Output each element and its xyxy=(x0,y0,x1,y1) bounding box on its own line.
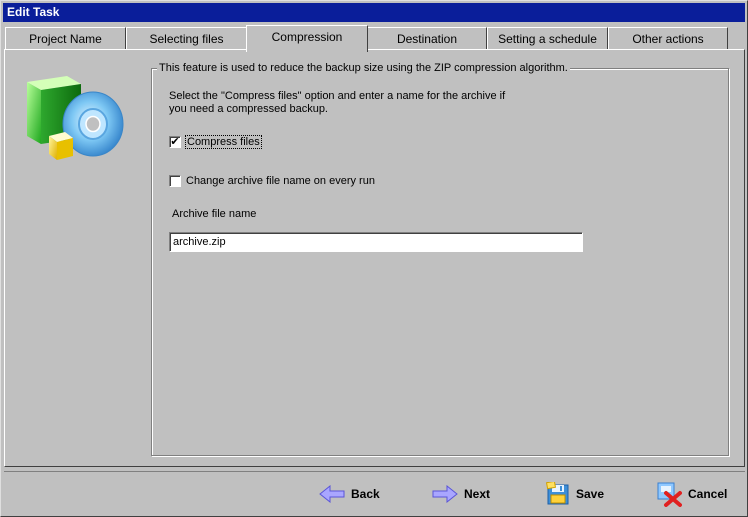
window-title: Edit Task xyxy=(3,3,745,22)
save-label: Save xyxy=(576,487,605,501)
button-bar: Back Next Save Cancel xyxy=(4,471,745,515)
compress-files-label: Compress files xyxy=(185,135,262,149)
archive-file-name-input[interactable] xyxy=(169,232,583,252)
tab-other-actions[interactable]: Other actions xyxy=(608,27,728,50)
save-button[interactable]: Save xyxy=(546,480,604,508)
group-title: This feature is used to reduce the backu… xyxy=(157,62,570,74)
cancel-label: Cancel xyxy=(688,487,728,501)
tab-destination[interactable]: Destination xyxy=(367,27,487,50)
compress-files-option[interactable]: ✔ Compress files xyxy=(169,135,262,149)
tab-compression[interactable]: Compression xyxy=(246,25,368,52)
instructions-text: Select the "Compress files" option and e… xyxy=(169,90,519,116)
next-label: Next xyxy=(464,487,491,501)
compression-panel: This feature is used to reduce the backu… xyxy=(4,49,745,467)
archive-file-name-label: Archive file name xyxy=(172,208,257,220)
edit-task-window: Edit Task Project Name Selecting files C… xyxy=(0,0,748,517)
compression-box-cd-icon xyxy=(27,76,124,160)
tab-project-name[interactable]: Project Name xyxy=(5,27,126,50)
change-name-option[interactable]: Change archive file name on every run xyxy=(169,175,375,187)
instructions-line-1: Select the "Compress files" option and e… xyxy=(169,90,506,102)
arrow-left-icon xyxy=(319,485,345,503)
compression-groupbox xyxy=(151,68,729,456)
tab-setting-a-schedule[interactable]: Setting a schedule xyxy=(487,27,608,50)
arrow-right-icon xyxy=(432,485,458,503)
cancel-button[interactable]: Cancel xyxy=(656,480,727,508)
next-button[interactable]: Next xyxy=(432,480,490,508)
cancel-x-icon xyxy=(657,482,682,507)
tab-selecting-files[interactable]: Selecting files xyxy=(126,27,247,50)
tab-strip: Project Name Selecting files Compression… xyxy=(5,25,745,52)
back-button[interactable]: Back xyxy=(319,480,380,508)
compress-files-checkbox[interactable]: ✔ xyxy=(169,136,181,148)
floppy-disk-icon xyxy=(546,482,569,505)
instructions-line-2: you need a compressed backup. xyxy=(169,103,328,115)
change-name-checkbox[interactable] xyxy=(169,175,181,187)
change-name-label: Change archive file name on every run xyxy=(186,175,375,187)
back-label: Back xyxy=(351,487,380,501)
